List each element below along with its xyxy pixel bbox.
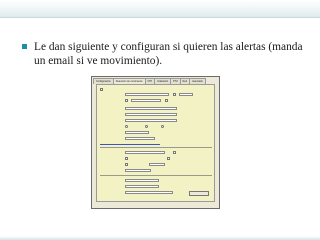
setting-field[interactable] <box>125 131 149 134</box>
setting-field[interactable] <box>125 113 177 116</box>
setting-radio[interactable] <box>161 125 164 128</box>
setting-checkbox[interactable] <box>125 163 128 166</box>
setting-field[interactable] <box>125 179 159 182</box>
square-bullet-icon <box>22 44 27 49</box>
setting-checkbox[interactable] <box>173 93 176 96</box>
settings-panel <box>96 84 215 202</box>
setting-field[interactable] <box>125 185 159 188</box>
setting-field[interactable] <box>125 107 177 110</box>
setting-field[interactable] <box>125 119 177 122</box>
setting-field[interactable] <box>125 151 165 154</box>
setting-checkbox[interactable] <box>167 157 170 160</box>
apply-button[interactable] <box>189 191 209 196</box>
slide-footer-band <box>0 236 320 240</box>
setting-field[interactable] <box>125 137 155 140</box>
setting-field[interactable] <box>125 169 151 172</box>
setting-field[interactable] <box>125 93 169 96</box>
setting-checkbox[interactable] <box>125 99 128 102</box>
section-divider <box>100 175 212 176</box>
dialog-status-bar <box>93 202 218 207</box>
settings-link[interactable] <box>100 144 160 145</box>
setting-field[interactable] <box>179 93 193 96</box>
setting-checkbox[interactable] <box>173 151 176 154</box>
enable-checkbox[interactable] <box>100 88 103 91</box>
setting-field[interactable] <box>149 163 165 166</box>
setting-radio[interactable] <box>125 125 128 128</box>
setting-field[interactable] <box>125 191 173 194</box>
section-divider <box>100 147 212 148</box>
setting-field[interactable] <box>131 99 161 102</box>
alert-settings-screenshot: Configuración Detección de movimiento FT… <box>91 76 220 209</box>
setting-checkbox[interactable] <box>165 99 168 102</box>
setting-checkbox[interactable] <box>125 157 128 160</box>
setting-radio[interactable] <box>145 125 148 128</box>
bullet-text: Le dan siguiente y configuran si quieren… <box>34 41 303 67</box>
slide-header-band <box>0 0 320 18</box>
